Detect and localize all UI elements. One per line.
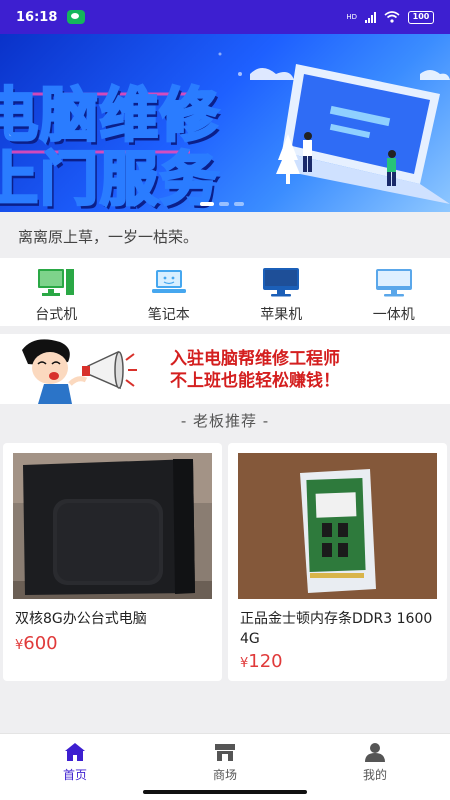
wechat-icon xyxy=(67,10,86,24)
carousel-dot[interactable] xyxy=(219,202,229,206)
ram-stick-photo xyxy=(238,453,437,599)
category-desktop[interactable]: 台式机 xyxy=(0,258,113,326)
slogan-text: 离离原上草，一岁一枯荣。 xyxy=(0,212,450,258)
promo-banner[interactable]: 电脑维修 上门服务 xyxy=(0,34,450,212)
category-label: 一体机 xyxy=(372,307,415,323)
category-label: 台式机 xyxy=(35,307,78,323)
carousel-dots[interactable] xyxy=(200,202,244,206)
product-image[interactable] xyxy=(13,453,212,599)
recommend-section-title: - 老板推荐 - xyxy=(180,412,270,430)
product-name: 正品金士顿内存条DDR3 1600 4G xyxy=(240,611,433,647)
network-label: HD xyxy=(346,13,357,21)
carousel-dot[interactable] xyxy=(234,202,244,206)
tab-profile[interactable]: 我的 xyxy=(300,734,450,800)
ad-text: 入驻电脑帮维修工程师 不上班也能轻松赚钱！ xyxy=(170,348,340,392)
tab-home[interactable]: 首页 xyxy=(0,734,150,800)
home-indicator[interactable] xyxy=(143,790,307,794)
category-label: 笔记本 xyxy=(147,307,190,323)
battery-icon: 100 xyxy=(408,10,434,24)
carousel-dot[interactable] xyxy=(200,202,214,206)
price-value: 600 xyxy=(23,633,58,654)
product-price: ¥120 xyxy=(240,651,283,672)
status-indicators: HD 100 xyxy=(346,10,434,24)
store-icon xyxy=(215,744,235,761)
tab-label: 我的 xyxy=(362,768,387,782)
product-card[interactable]: 双核8G办公台式电脑 ¥600 xyxy=(3,443,222,681)
tab-label: 商场 xyxy=(212,768,237,782)
price-value: 120 xyxy=(248,651,283,672)
ad-text-line-2: 不上班也能轻松赚钱！ xyxy=(170,371,340,391)
signal-icon xyxy=(365,11,376,23)
category-apple[interactable]: 苹果机 xyxy=(225,258,338,326)
category-laptop[interactable]: 笔记本 xyxy=(113,258,226,326)
laptop-icon xyxy=(151,270,186,293)
desktop-icon xyxy=(38,269,75,296)
tab-label: 首页 xyxy=(62,768,87,782)
banner-heading-2: 上门服务 xyxy=(0,144,221,213)
megaphone-character-icon xyxy=(22,339,137,404)
desktop-case-photo xyxy=(13,453,212,599)
all-in-one-icon xyxy=(375,269,412,297)
category-label: 苹果机 xyxy=(260,307,303,323)
wifi-icon xyxy=(384,11,400,23)
product-image[interactable] xyxy=(238,453,437,599)
imac-icon xyxy=(263,268,300,297)
recruit-ad-banner[interactable]: 入驻电脑帮维修工程师 不上班也能轻松赚钱！ xyxy=(0,334,450,404)
status-bar: 16:18 HD 100 xyxy=(0,0,450,34)
ad-text-line-1: 入驻电脑帮维修工程师 xyxy=(170,349,340,369)
home-icon xyxy=(65,743,85,761)
category-all-in-one[interactable]: 一体机 xyxy=(338,258,450,326)
category-nav: 台式机 笔记本 苹果机 一体机 xyxy=(0,258,450,326)
status-time: 16:18 xyxy=(16,9,58,25)
user-icon xyxy=(365,743,385,762)
product-price: ¥600 xyxy=(15,633,58,654)
product-name: 双核8G办公台式电脑 xyxy=(15,611,147,627)
product-card[interactable]: 正品金士顿内存条DDR3 1600 4G ¥120 xyxy=(228,443,447,681)
